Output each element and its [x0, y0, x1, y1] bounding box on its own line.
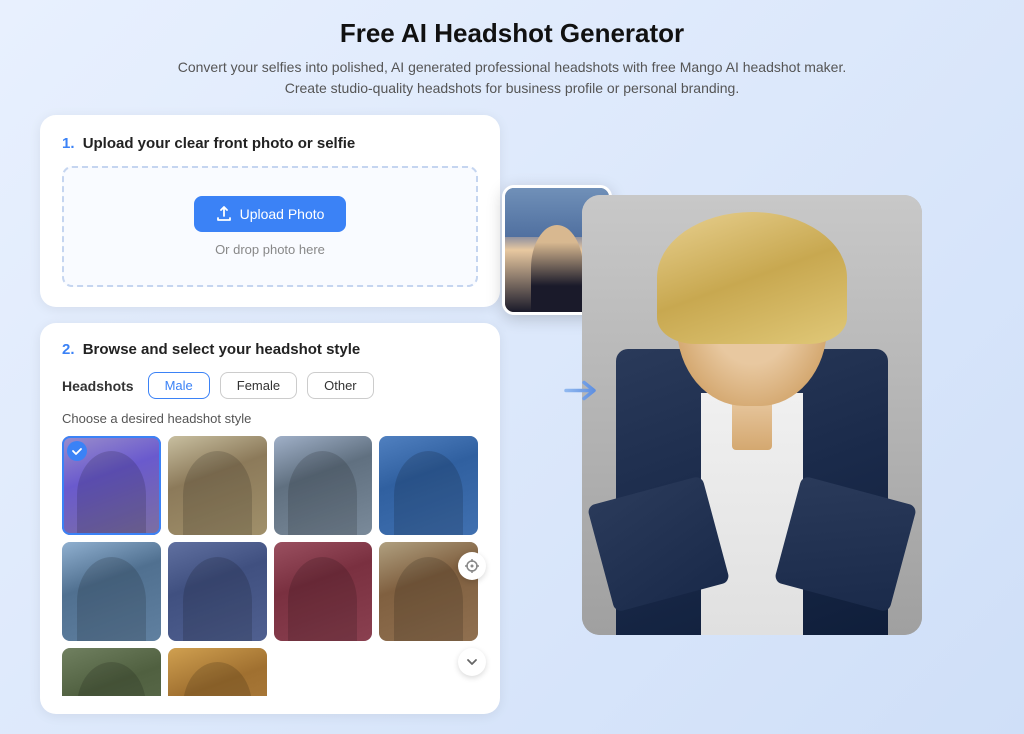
thumbnail-2[interactable]	[168, 436, 267, 535]
chevron-down-icon	[466, 656, 478, 668]
style-step-label: Browse and select your headshot style	[83, 341, 361, 358]
selected-check-badge	[67, 441, 87, 461]
person-silhouette-10	[183, 662, 252, 696]
thumb-7-bg	[274, 542, 373, 641]
person-silhouette-5	[77, 557, 146, 641]
person-silhouette-9	[77, 662, 146, 696]
person-silhouette-1	[77, 451, 146, 535]
upload-step-label: Upload your clear front photo or selfie	[83, 135, 356, 152]
scroll-center-button[interactable]	[458, 552, 486, 580]
person-silhouette-6	[183, 557, 252, 641]
upload-photo-button[interactable]: Upload Photo	[194, 196, 347, 232]
style-card: 2. Browse and select your headshot style…	[40, 323, 500, 714]
page-title: Free AI Headshot Generator	[40, 18, 984, 49]
choose-style-label: Choose a desired headshot style	[62, 411, 478, 426]
upload-step-number: 1.	[62, 135, 75, 152]
crosshair-icon	[465, 559, 479, 573]
result-hair	[657, 212, 847, 344]
person-silhouette-4	[394, 451, 463, 535]
person-silhouette-7	[288, 557, 357, 641]
header: Free AI Headshot Generator Convert your …	[40, 18, 984, 99]
upload-card: 1. Upload your clear front photo or self…	[40, 115, 500, 307]
upload-button-label: Upload Photo	[240, 206, 325, 222]
filter-other-button[interactable]: Other	[307, 372, 374, 399]
thumb-5-bg	[62, 542, 161, 641]
style-step-number: 2.	[62, 341, 75, 358]
style-section-title: 2. Browse and select your headshot style	[62, 341, 478, 358]
thumbnails-container	[62, 436, 478, 696]
transform-arrow	[564, 376, 602, 409]
thumbnail-grid	[62, 436, 478, 696]
content-area: 1. Upload your clear front photo or self…	[40, 115, 984, 714]
thumb-6-bg	[168, 542, 267, 641]
result-headshot	[582, 195, 922, 635]
thumbnail-5[interactable]	[62, 542, 161, 641]
person-silhouette-3	[288, 451, 357, 535]
filter-category-label: Headshots	[62, 378, 134, 394]
result-image-area	[582, 195, 922, 635]
person-silhouette-8	[394, 557, 463, 641]
filter-female-button[interactable]: Female	[220, 372, 297, 399]
person-silhouette-2	[183, 451, 252, 535]
thumb-2-bg	[168, 436, 267, 535]
thumbnail-10[interactable]	[168, 648, 267, 697]
header-subtitle: Convert your selfies into polished, AI g…	[172, 57, 852, 99]
thumb-9-bg	[62, 648, 161, 697]
filter-male-button[interactable]: Male	[148, 372, 210, 399]
scroll-down-button[interactable]	[458, 648, 486, 676]
thumb-4-bg	[379, 436, 478, 535]
left-panel: 1. Upload your clear front photo or self…	[40, 115, 500, 714]
arrow-right-icon	[564, 376, 602, 404]
thumbnail-4[interactable]	[379, 436, 478, 535]
upload-hint: Or drop photo here	[215, 242, 325, 257]
thumbnail-7[interactable]	[274, 542, 373, 641]
upload-section-title: 1. Upload your clear front photo or self…	[62, 135, 478, 152]
upload-dropzone[interactable]: Upload Photo Or drop photo here	[62, 166, 478, 287]
upload-icon	[216, 206, 232, 222]
filter-row: Headshots Male Female Other	[62, 372, 478, 399]
thumbnail-3[interactable]	[274, 436, 373, 535]
thumb-3-bg	[274, 436, 373, 535]
thumbnail-9[interactable]	[62, 648, 161, 697]
thumbnail-6[interactable]	[168, 542, 267, 641]
right-panel	[520, 115, 984, 714]
source-person	[531, 225, 583, 312]
thumbnail-1[interactable]	[62, 436, 161, 535]
thumb-10-bg	[168, 648, 267, 697]
page-wrapper: Free AI Headshot Generator Convert your …	[0, 0, 1024, 734]
